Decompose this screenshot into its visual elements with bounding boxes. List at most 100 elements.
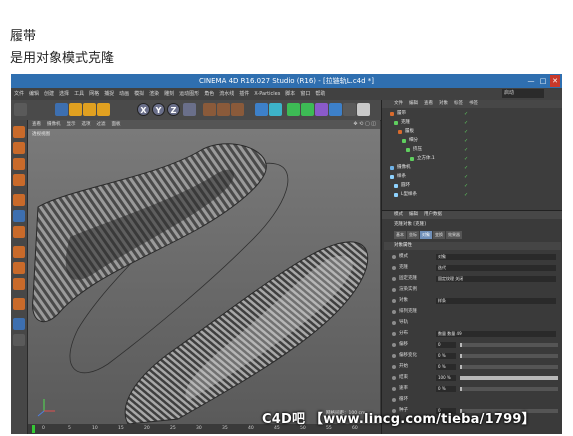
attribute-value-field[interactable]: 0 bbox=[436, 342, 456, 348]
visibility-check-icon[interactable]: ✓ bbox=[464, 174, 468, 180]
polygons-mode-icon[interactable] bbox=[13, 226, 25, 238]
attribute-row[interactable]: 循环 bbox=[392, 396, 562, 404]
attribute-row[interactable]: 对象 样条 bbox=[392, 297, 562, 305]
y-axis-button[interactable]: Y bbox=[152, 103, 165, 116]
playhead[interactable] bbox=[32, 425, 35, 433]
attribute-value-field[interactable]: 0 % bbox=[436, 386, 456, 392]
select-tool-icon[interactable] bbox=[55, 103, 68, 116]
am-menu-item[interactable]: 用户数据 bbox=[424, 211, 442, 219]
attribute-row[interactable]: 结束 100 % bbox=[392, 374, 562, 382]
animation-dot-icon[interactable] bbox=[392, 343, 396, 347]
value-slider[interactable] bbox=[460, 387, 558, 391]
scale-tool-icon[interactable] bbox=[83, 103, 96, 116]
attribute-row[interactable]: 排列克隆 bbox=[392, 308, 562, 316]
z-axis-button[interactable]: Z bbox=[167, 103, 180, 116]
object-row[interactable]: 摄像机 ✓ bbox=[382, 164, 562, 172]
close-button[interactable]: ✕ bbox=[550, 75, 560, 87]
attribute-row[interactable]: 分布 数量 数量 49 bbox=[392, 330, 562, 338]
visibility-check-icon[interactable]: ✓ bbox=[464, 147, 468, 153]
animation-dot-icon[interactable] bbox=[392, 266, 396, 270]
cloner-icon[interactable] bbox=[301, 103, 314, 116]
object-row[interactable]: 履板 ✓ bbox=[382, 128, 562, 136]
rotate-tool-icon[interactable] bbox=[97, 103, 110, 116]
undo-icon[interactable] bbox=[14, 103, 27, 116]
viewport-menu-item[interactable]: 选项 bbox=[82, 120, 91, 129]
environment-icon[interactable] bbox=[329, 103, 342, 116]
animation-dot-icon[interactable] bbox=[392, 387, 396, 391]
menu-item[interactable]: 动画 bbox=[119, 88, 129, 100]
animation-dot-icon[interactable] bbox=[392, 376, 396, 380]
grid-icon[interactable] bbox=[13, 318, 25, 330]
animation-dot-icon[interactable] bbox=[392, 365, 396, 369]
animation-dot-icon[interactable] bbox=[392, 332, 396, 336]
menu-item[interactable]: 模拟 bbox=[134, 88, 144, 100]
viewport-menu-item[interactable]: 查看 bbox=[32, 120, 41, 129]
attribute-value-field[interactable]: 迭代 bbox=[436, 265, 556, 271]
render-settings-icon[interactable] bbox=[231, 103, 244, 116]
attribute-value-field[interactable]: 固定纹理 关闭 bbox=[436, 276, 556, 282]
edges-mode-icon[interactable] bbox=[13, 210, 25, 222]
coordinate-system-icon[interactable] bbox=[183, 103, 196, 116]
om-menu-item[interactable]: 书签 bbox=[469, 100, 478, 108]
workplane-icon[interactable] bbox=[13, 174, 25, 186]
attribute-value-field[interactable]: 100 % bbox=[436, 375, 456, 381]
am-menu-item[interactable]: 编辑 bbox=[409, 211, 418, 219]
menu-item[interactable]: 雕刻 bbox=[164, 88, 174, 100]
spline-pen-icon[interactable] bbox=[269, 103, 282, 116]
model-mode-icon[interactable] bbox=[13, 142, 25, 154]
menu-item[interactable]: X-Particles bbox=[254, 88, 280, 100]
layers-icon[interactable] bbox=[13, 334, 25, 346]
object-row[interactable]: 样条 ✓ bbox=[382, 173, 562, 181]
object-row[interactable]: L型样条 ✓ bbox=[382, 191, 562, 199]
om-menu-item[interactable]: 对象 bbox=[439, 100, 448, 108]
animation-dot-icon[interactable] bbox=[392, 299, 396, 303]
viewport-menu-item[interactable]: 摄像机 bbox=[47, 120, 61, 129]
menu-item[interactable]: 插件 bbox=[239, 88, 249, 100]
viewport-navigation-icons[interactable]: ✥ ⟲ ▢ ◫ bbox=[353, 120, 376, 129]
menu-item[interactable]: 运动图形 bbox=[179, 88, 199, 100]
menu-item[interactable]: 渲染 bbox=[149, 88, 159, 100]
attribute-value-field[interactable]: 数量 数量 49 bbox=[436, 331, 556, 337]
visibility-check-icon[interactable]: ✓ bbox=[464, 111, 468, 117]
axis-mode-icon[interactable] bbox=[13, 246, 25, 258]
attribute-row[interactable]: 克隆 迭代 bbox=[392, 264, 562, 272]
make-editable-icon[interactable] bbox=[13, 126, 25, 138]
viewport-menu-item[interactable]: 显示 bbox=[67, 120, 76, 129]
om-menu-item[interactable]: 文件 bbox=[394, 100, 403, 108]
visibility-check-icon[interactable]: ✓ bbox=[464, 183, 468, 189]
menu-item[interactable]: 编辑 bbox=[29, 88, 39, 100]
object-row[interactable]: 挤压 ✓ bbox=[382, 146, 562, 154]
animation-dot-icon[interactable] bbox=[392, 354, 396, 358]
deformer-icon[interactable] bbox=[315, 103, 328, 116]
value-slider[interactable] bbox=[460, 365, 558, 369]
menu-item[interactable]: 网格 bbox=[89, 88, 99, 100]
attribute-value-field[interactable]: 对象 bbox=[436, 254, 556, 260]
animation-dot-icon[interactable] bbox=[392, 321, 396, 325]
attribute-tab[interactable]: 效果器 bbox=[446, 231, 462, 239]
object-properties-section[interactable]: 对象属性 bbox=[384, 242, 561, 250]
texture-mode-icon[interactable] bbox=[13, 158, 25, 170]
attribute-value-field[interactable]: 0 % bbox=[436, 353, 456, 359]
menu-item[interactable]: 文件 bbox=[14, 88, 24, 100]
visibility-check-icon[interactable]: ✓ bbox=[464, 165, 468, 171]
menu-item[interactable]: 脚本 bbox=[285, 88, 295, 100]
attribute-row[interactable]: 开始 0 % bbox=[392, 363, 562, 371]
animation-dot-icon[interactable] bbox=[392, 277, 396, 281]
object-row[interactable]: 履带 ✓ bbox=[382, 110, 562, 118]
value-slider[interactable] bbox=[460, 354, 558, 358]
visibility-check-icon[interactable]: ✓ bbox=[464, 120, 468, 126]
menu-item[interactable]: 流水线 bbox=[219, 88, 234, 100]
attribute-tab[interactable]: 变换 bbox=[433, 231, 445, 239]
animation-dot-icon[interactable] bbox=[392, 255, 396, 259]
camera-icon[interactable] bbox=[343, 103, 356, 116]
attribute-value-field[interactable]: 样条 bbox=[436, 298, 556, 304]
menu-item[interactable]: 角色 bbox=[204, 88, 214, 100]
om-menu-item[interactable]: 查看 bbox=[424, 100, 433, 108]
attribute-value-field[interactable]: 0 % bbox=[436, 364, 456, 370]
om-menu-item[interactable]: 标签 bbox=[454, 100, 463, 108]
menu-item[interactable]: 帮助 bbox=[315, 88, 325, 100]
snap-icon[interactable] bbox=[13, 278, 25, 290]
menu-item[interactable]: 选择 bbox=[59, 88, 69, 100]
points-mode-icon[interactable] bbox=[13, 194, 25, 206]
attribute-row[interactable]: 速率 0 % bbox=[392, 385, 562, 393]
